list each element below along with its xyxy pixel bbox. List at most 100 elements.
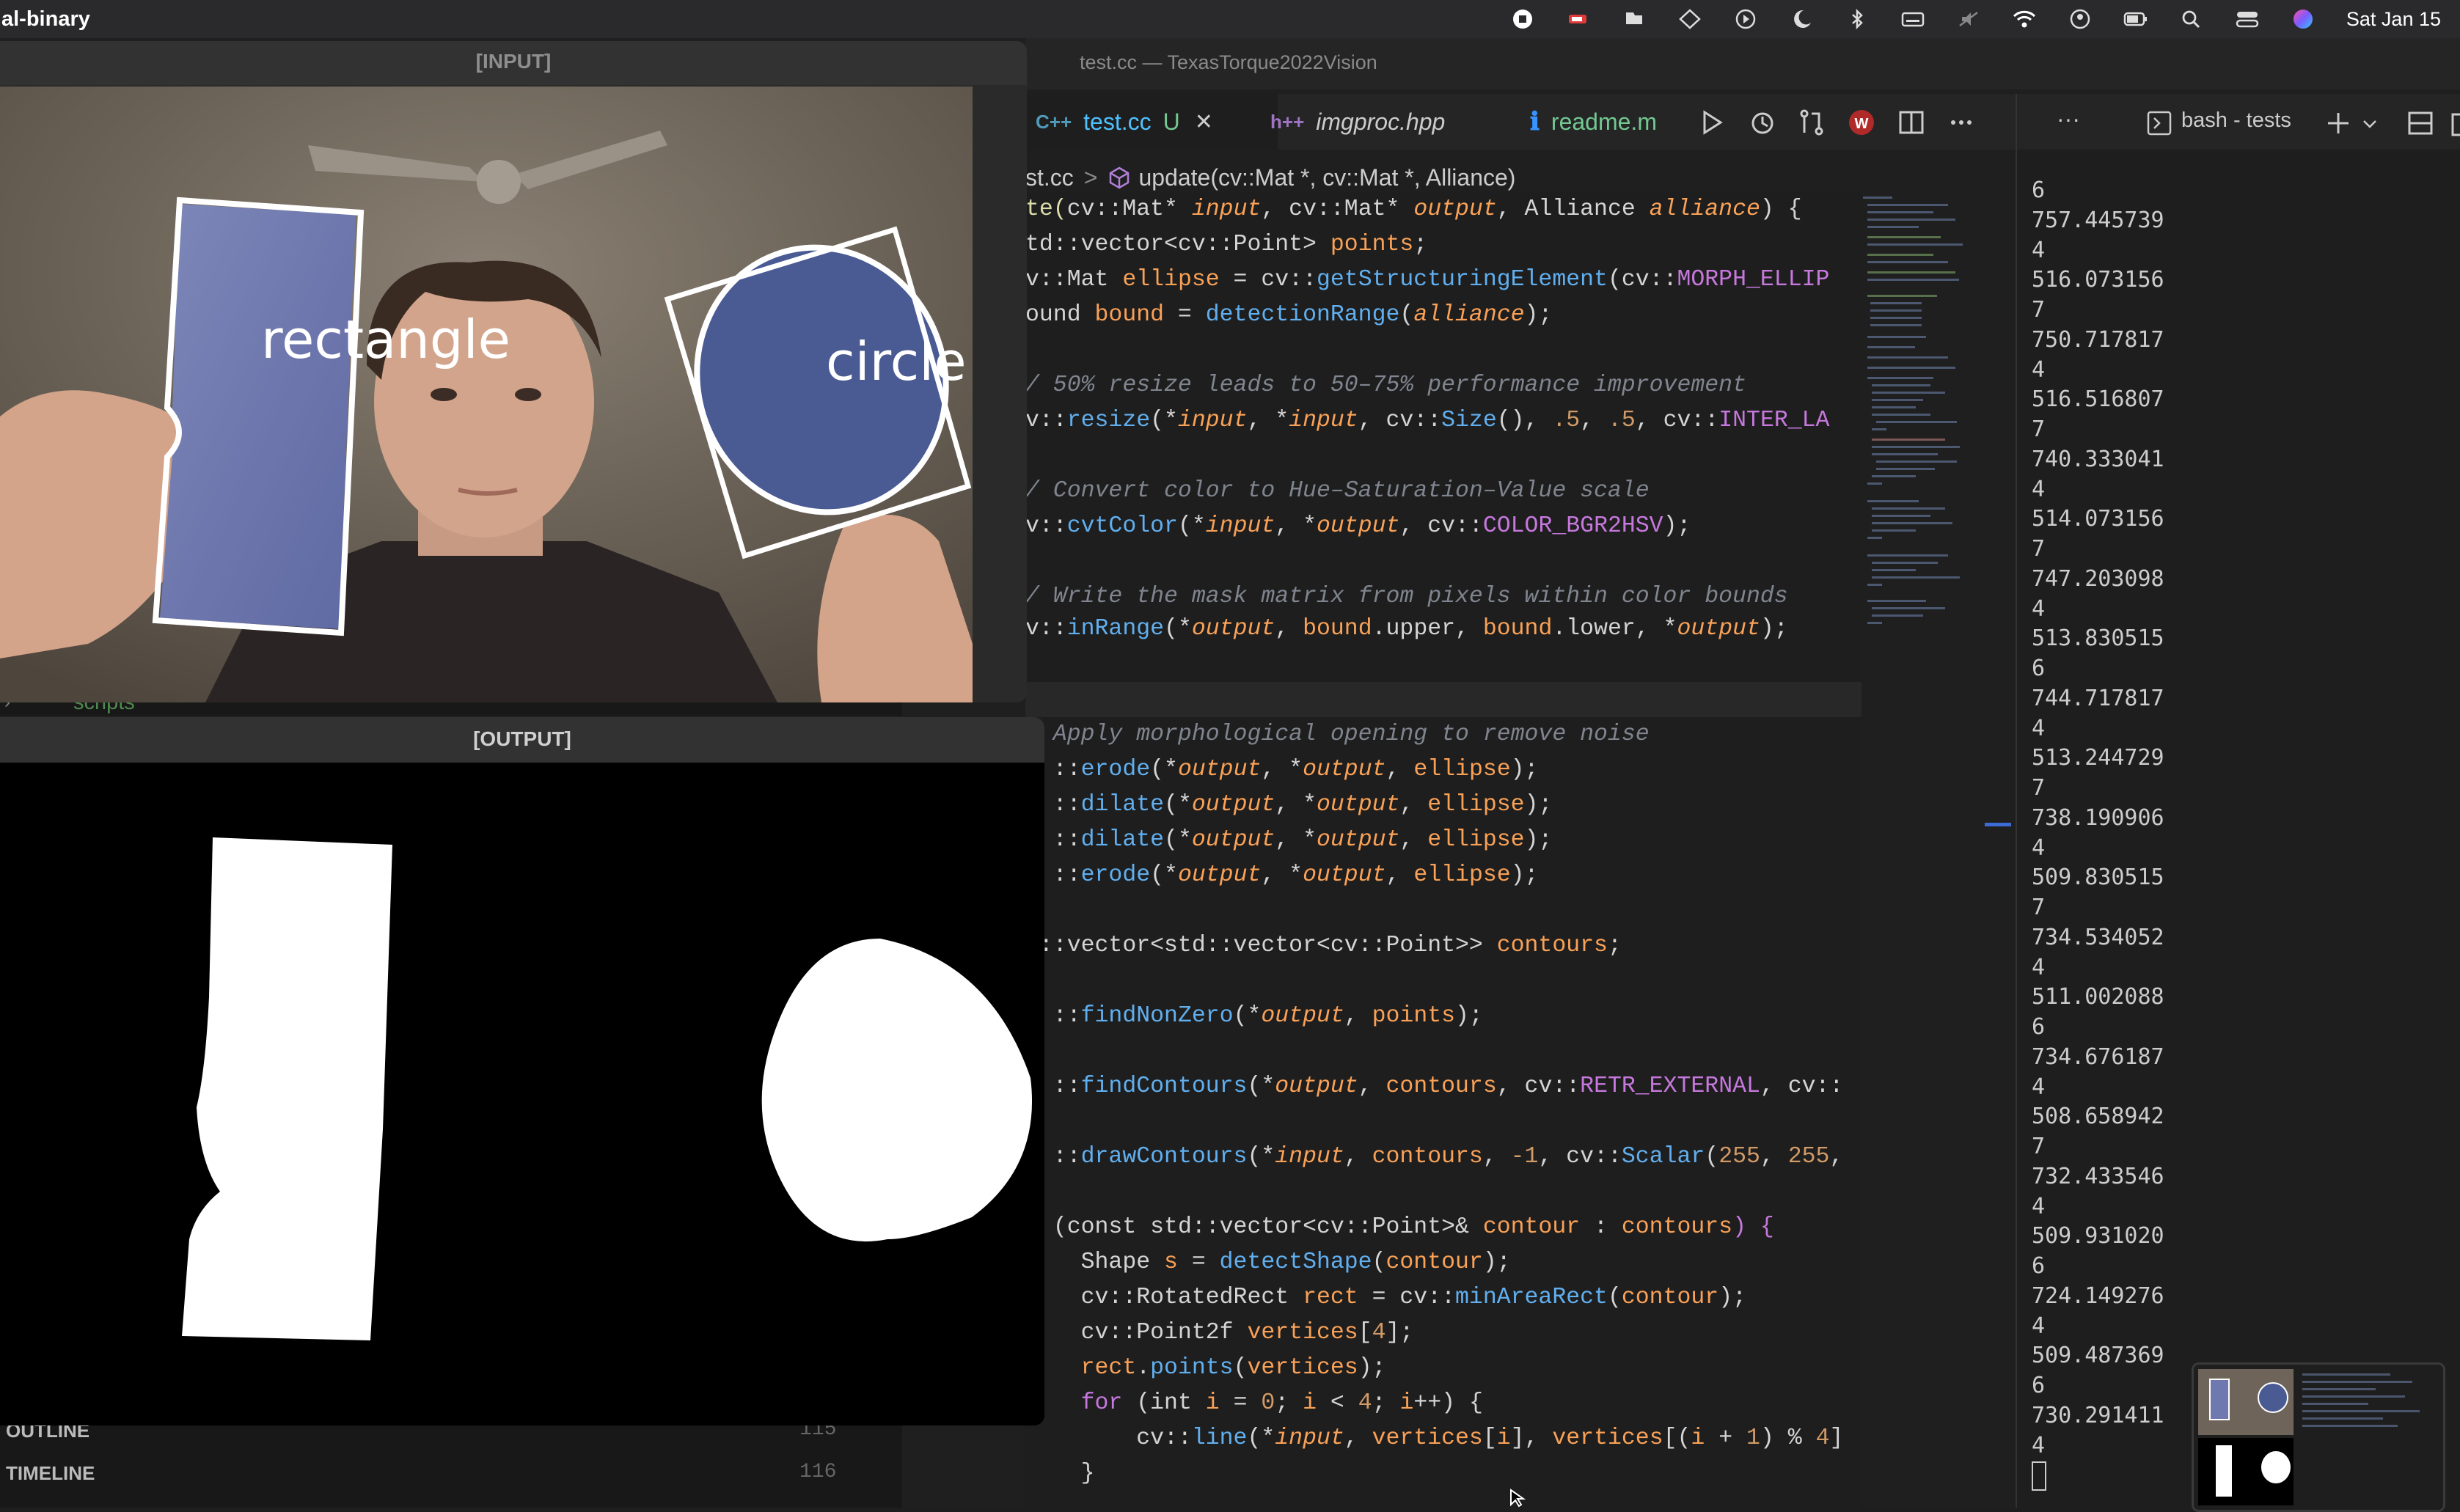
code-line[interactable]: ::findContours(*output, contours, cv::RE…	[1025, 1069, 1844, 1104]
trash-icon[interactable]	[2448, 109, 2460, 138]
terminal-header: ··· bash - tests	[2017, 94, 2460, 150]
code-line[interactable]: ::dilate(*output, *output, ellipse);	[1025, 788, 1553, 823]
code-line[interactable]: for (int i = 0; i < 4; i++) {	[1025, 1386, 1483, 1421]
cloud-icon[interactable]	[1622, 8, 1647, 30]
run-icon[interactable]	[1697, 108, 1727, 137]
gpu-icon[interactable]	[1566, 8, 1591, 30]
split-editor-icon[interactable]	[1897, 108, 1926, 137]
code-token: MORPH_ELLIP	[1677, 267, 1830, 293]
terminal-line: 4	[2032, 1313, 2046, 1339]
code-line[interactable]: v::inRange(*output, bound.upper, bound.l…	[1025, 612, 1788, 647]
code-line[interactable]: r (const std::vector<cv::Point>& contour…	[1025, 1210, 1774, 1245]
code-token: / Convert color to Hue–Saturation–Value …	[1025, 478, 1650, 504]
code-line[interactable]: cv::RotatedRect rect = cv::minAreaRect(c…	[1025, 1280, 1746, 1315]
panel-more-icon[interactable]: ···	[2057, 106, 2080, 133]
code-token: inRange	[1066, 616, 1165, 642]
code-line[interactable]: cv::line(*input, vertices[i], vertices[(…	[1025, 1421, 1843, 1456]
terminal-line: 4	[2032, 237, 2046, 263]
code-token: v::	[1025, 408, 1067, 433]
code-line[interactable]: ::drawContours(*input, contours, -1, cv:…	[1025, 1139, 1844, 1175]
code-line[interactable]: ound bound = detectionRange(alliance);	[1025, 298, 1552, 333]
more-actions-icon[interactable]	[1947, 108, 1976, 137]
code-line[interactable]: Apply morphological opening to remove no…	[1025, 717, 1650, 752]
play-circle-icon[interactable]	[1733, 8, 1758, 30]
terminal-cursor	[2032, 1461, 2046, 1491]
code-token: line	[1191, 1425, 1248, 1451]
battery-icon[interactable]	[2123, 8, 2148, 30]
code-token: rect	[1303, 1285, 1358, 1310]
code-token: getStructuringElement	[1316, 267, 1608, 293]
screen-recording-thumbnail[interactable]	[2192, 1362, 2445, 1512]
control-center-icon[interactable]	[2235, 8, 2260, 30]
code-line[interactable]: / Convert color to Hue–Saturation–Value …	[1025, 474, 1650, 509]
bluetooth-icon[interactable]	[1845, 8, 1870, 30]
code-token: );	[1663, 513, 1691, 539]
timeline-section[interactable]: TIMELINE	[6, 1462, 95, 1485]
code-token: (*	[1247, 1144, 1275, 1170]
scrollbar-position-marker[interactable]	[1985, 823, 2011, 826]
code-line[interactable]: / 50% resize leads to 50–75% performance…	[1025, 368, 1746, 403]
code-token: .lower, *	[1552, 616, 1677, 642]
search-icon[interactable]	[2179, 8, 2204, 30]
mute-icon[interactable]	[1956, 8, 1981, 30]
output-window[interactable]: [OUTPUT]	[0, 717, 1044, 1425]
split-terminal-icon[interactable]	[2406, 109, 2435, 138]
code-line[interactable]: ::findNonZero(*output, points);	[1025, 999, 1483, 1034]
code-line[interactable]: v::resize(*input, *input, cv::Size(), .5…	[1025, 403, 1829, 438]
code-token: (*	[1177, 513, 1206, 539]
code-token: output	[1177, 862, 1262, 888]
stop-record-icon[interactable]	[1510, 8, 1535, 30]
code-token: .5	[1608, 408, 1636, 433]
breadcrumb-symbol[interactable]: update(cv::Mat *, cv::Mat *, Alliance)	[1138, 164, 1515, 191]
terminal-output[interactable]: 6 757.445739 4 516.073156 7 750.717817 4 516.51…	[2032, 176, 2450, 1491]
siri-icon[interactable]	[2291, 8, 2316, 30]
info-icon: ℹ	[1530, 108, 1540, 136]
moon-icon[interactable]	[1789, 8, 1814, 30]
tab-readme[interactable]: ℹ readme.m	[1530, 94, 1691, 150]
code-line[interactable]: td::vector<cv::Point> points;	[1025, 227, 1427, 263]
output-window-title[interactable]: [OUTPUT]	[0, 717, 1044, 763]
chevron-down-icon[interactable]	[2360, 114, 2379, 133]
code-line[interactable]: ::erode(*output, *output, ellipse);	[1025, 752, 1539, 788]
code-token: output	[1413, 197, 1497, 222]
code-line[interactable]: }	[1025, 1456, 1095, 1491]
code-token: detectionRange	[1205, 302, 1400, 328]
code-line[interactable]: / Write the mask matrix from pixels with…	[1025, 579, 1788, 614]
input-window[interactable]: [INPUT] rectangle circle	[0, 41, 1027, 702]
code-token: bound	[1482, 616, 1553, 642]
extension-badge-icon[interactable]: W	[1847, 108, 1876, 137]
close-tab-icon[interactable]: ✕	[1195, 109, 1213, 135]
new-terminal-icon[interactable]	[2324, 109, 2353, 138]
code-token: contours	[1372, 1144, 1483, 1170]
compare-changes-icon[interactable]	[1797, 108, 1826, 137]
terminal-title[interactable]: bash - tests	[2181, 109, 2291, 133]
tab-imgproc-hpp[interactable]: h++ imgproc.hpp	[1262, 94, 1490, 150]
diamond-icon[interactable]	[1677, 8, 1702, 30]
code-token: output	[1677, 616, 1760, 642]
code-line[interactable]: te(cv::Mat* input, cv::Mat* output, Alli…	[1025, 192, 1802, 227]
code-token: <	[1317, 1390, 1358, 1416]
wifi-icon[interactable]	[2012, 8, 2037, 30]
menu-clock[interactable]: Sat Jan 15	[2346, 8, 2441, 31]
breadcrumb-file[interactable]: st.cc	[1025, 164, 1074, 191]
terminal-line: 513.830515	[2032, 625, 2164, 652]
code-line[interactable]: ::dilate(*output, *output, ellipse);	[1025, 823, 1553, 858]
code-line[interactable]: d::vector<std::vector<cv::Point>> contou…	[1025, 928, 1622, 964]
tab-test-cc[interactable]: C++ test.cc U ✕	[1025, 94, 1278, 150]
code-editor[interactable]: te(cv::Mat* input, cv::Mat* output, Alli…	[1025, 192, 1862, 1508]
current-line-highlight	[1025, 682, 1862, 717]
code-line[interactable]: cv::Point2f vertices[4];	[1025, 1315, 1414, 1351]
app-name[interactable]: al-binary	[0, 7, 90, 32]
code-line[interactable]: Shape s = detectShape(contour);	[1025, 1245, 1511, 1280]
code-line[interactable]: rect.points(vertices);	[1025, 1351, 1386, 1386]
input-window-title[interactable]: [INPUT]	[0, 41, 1027, 85]
minimap[interactable]	[1863, 192, 1973, 749]
code-line[interactable]: ::erode(*output, *output, ellipse);	[1025, 858, 1539, 893]
history-icon[interactable]	[1747, 108, 1776, 137]
window-title: test.cc — TexasTorque2022Vision	[1080, 51, 1377, 73]
user-icon[interactable]	[2068, 8, 2093, 30]
code-line[interactable]: v::cvtColor(*input, *output, cv::COLOR_B…	[1025, 509, 1691, 544]
code-token: contours	[1385, 1074, 1497, 1099]
keyboard-icon[interactable]	[1900, 8, 1925, 30]
code-line[interactable]: v::Mat ellipse = cv::getStructuringEleme…	[1025, 263, 1829, 298]
